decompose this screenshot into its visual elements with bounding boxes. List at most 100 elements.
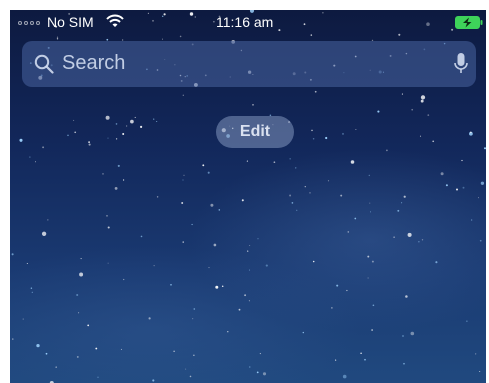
microphone-icon[interactable]: [454, 52, 468, 76]
star: [314, 90, 317, 93]
signal-strength-icon: [18, 21, 40, 25]
star: [289, 194, 292, 197]
star: [193, 308, 196, 310]
star: [170, 283, 172, 286]
star: [213, 243, 217, 247]
star: [227, 331, 229, 333]
star: [47, 219, 49, 221]
star: [11, 253, 14, 256]
star: [120, 348, 122, 350]
star: [461, 159, 463, 162]
star: [479, 239, 482, 242]
star: [249, 244, 251, 246]
star: [36, 343, 40, 348]
clock: 11:16 am: [216, 14, 274, 30]
star: [152, 379, 155, 382]
star: [435, 261, 438, 264]
star: [371, 329, 373, 331]
star: [140, 125, 143, 128]
star: [208, 267, 210, 269]
star: [182, 179, 184, 181]
star: [420, 95, 426, 100]
star: [244, 294, 247, 297]
star: [215, 285, 219, 289]
search-icon: [34, 54, 54, 74]
edit-button[interactable]: Edit: [216, 116, 294, 148]
star: [401, 93, 403, 95]
star: [183, 174, 185, 176]
wifi-icon: [106, 14, 124, 27]
star: [117, 164, 120, 167]
star: [471, 219, 473, 221]
search-input[interactable]: Search: [62, 52, 125, 75]
star: [483, 147, 486, 150]
star: [246, 160, 248, 162]
star: [95, 347, 98, 350]
star: [466, 320, 468, 322]
star: [256, 371, 259, 374]
star: [12, 338, 14, 340]
star: [273, 161, 276, 164]
star: [354, 217, 357, 220]
star: [210, 203, 214, 207]
status-bar: No SIM 11:16 am: [10, 10, 486, 36]
star: [29, 156, 31, 158]
star: [247, 250, 249, 252]
star: [407, 232, 412, 237]
star: [340, 194, 343, 197]
search-bar[interactable]: Search: [22, 41, 476, 87]
star: [311, 129, 313, 132]
star: [80, 258, 82, 260]
star: [134, 116, 136, 118]
star: [193, 354, 195, 356]
star: [79, 272, 84, 277]
star: [88, 141, 90, 143]
star: [371, 260, 374, 263]
star: [185, 368, 187, 370]
star: [350, 160, 355, 164]
star: [418, 241, 420, 243]
star: [289, 158, 291, 160]
star: [360, 352, 362, 355]
star: [252, 104, 254, 106]
star: [241, 199, 244, 202]
star: [372, 304, 375, 307]
star: [397, 209, 400, 212]
star: [156, 120, 158, 123]
star: [265, 264, 268, 267]
star: [123, 278, 125, 281]
star: [207, 171, 210, 174]
star: [123, 179, 125, 181]
star: [402, 335, 404, 337]
today-view-screen: No SIM 11:16 am Search Edit: [10, 10, 486, 383]
star: [367, 255, 370, 258]
star: [419, 135, 422, 137]
star: [140, 235, 143, 238]
star: [432, 140, 435, 143]
star: [114, 186, 118, 190]
star: [182, 241, 184, 243]
star: [126, 125, 128, 127]
carrier-label: No SIM: [47, 14, 94, 30]
star: [262, 372, 267, 376]
star: [385, 149, 388, 152]
star: [106, 215, 108, 217]
star: [102, 173, 104, 175]
star: [440, 172, 444, 176]
star: [56, 36, 59, 38]
star: [115, 138, 118, 140]
star: [456, 188, 458, 191]
star: [107, 262, 109, 264]
star: [41, 231, 47, 236]
star: [181, 202, 184, 204]
star: [377, 110, 380, 113]
star: [304, 186, 306, 188]
star: [218, 209, 221, 211]
star: [405, 295, 408, 298]
star: [248, 300, 250, 302]
star: [97, 376, 99, 378]
star: [238, 308, 241, 311]
star: [369, 202, 371, 204]
star: [148, 317, 151, 320]
star: [192, 318, 194, 320]
